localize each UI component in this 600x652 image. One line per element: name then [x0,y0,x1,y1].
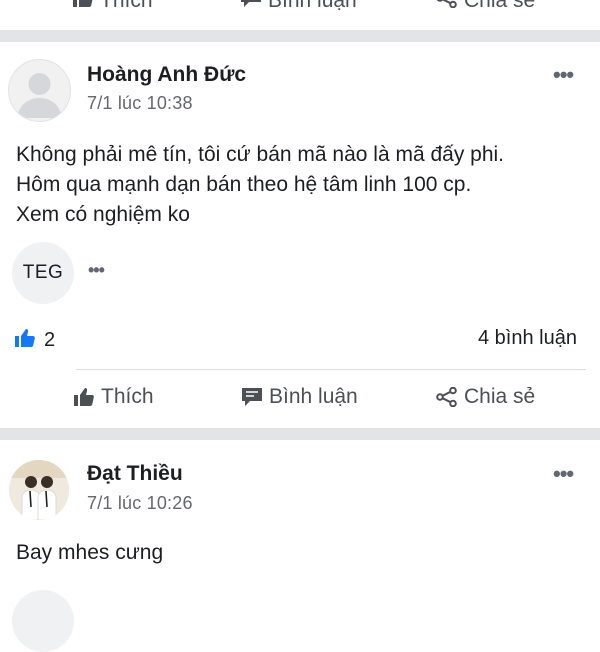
more-icon[interactable]: ••• [553,62,574,88]
post-body: Bay mhes cưng [16,541,164,564]
previous-post-actions: Thích Bình luận Chia sẻ [0,0,600,28]
comment-icon [240,0,262,14]
avatar-photo-icon [9,460,69,520]
action-bar-separator [76,369,586,370]
comment-count[interactable]: 4 bình luận [478,327,577,350]
like-count: 2 [44,329,56,351]
share-label: Chia sẻ [464,385,536,408]
post-timestamp[interactable]: 7/1 lúc 10:26 [87,493,193,514]
post-body: Không phải mê tín, tôi cứ bán mã nào là … [16,140,596,230]
avatar-placeholder-icon [17,73,62,118]
author-avatar[interactable] [9,460,69,520]
prev-comment-button[interactable]: Bình luận [240,0,357,14]
tag-more-icon[interactable]: ••• [88,260,105,281]
comment-label: Bình luận [269,385,358,408]
stock-tag-partial[interactable] [12,590,74,652]
more-icon[interactable]: ••• [553,461,574,487]
post-body-line: Không phải mê tín, tôi cứ bán mã nào là … [16,143,505,166]
like-reaction-icon [14,328,36,353]
feed-divider [0,30,600,42]
post-author-name[interactable]: Đạt Thiều [87,462,183,486]
like-icon [73,387,95,407]
share-icon [436,0,458,14]
prev-like-button[interactable]: Thích [72,0,153,14]
post-body-line: Xem có nghiệm ko [16,203,190,226]
post-timestamp[interactable]: 7/1 lúc 10:38 [87,93,193,114]
prev-share-button[interactable]: Chia sẻ [436,0,535,14]
comment-icon [241,387,263,407]
like-label: Thích [101,385,154,408]
share-icon [436,387,458,407]
author-avatar[interactable] [8,59,71,122]
post-body-line: Hôm qua mạnh dạn bán theo hệ tâm linh 10… [16,173,472,196]
comment-button[interactable]: Bình luận [241,385,358,409]
post-author-name[interactable]: Hoàng Anh Đức [87,63,246,87]
share-button[interactable]: Chia sẻ [436,385,535,409]
like-icon [72,0,94,14]
stock-tag[interactable]: TEG [12,242,74,304]
reaction-summary[interactable]: 2 [14,328,55,353]
feed-divider [0,428,600,440]
like-button[interactable]: Thích [73,385,154,409]
